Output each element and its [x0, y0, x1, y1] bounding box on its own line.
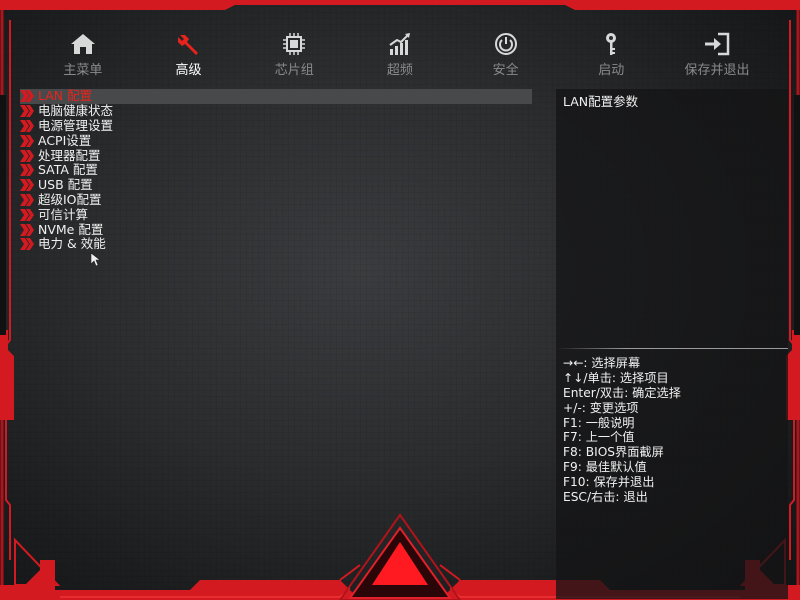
key-hint: F1: 一般说明 [563, 415, 635, 430]
double-chevron-right-icon [20, 149, 34, 162]
menu-item-label: NVMe 配置 [38, 221, 104, 237]
menu-item-label: 电脑健康状态 [38, 103, 114, 119]
tab-label: 安全 [492, 63, 519, 78]
menu-item-label: 可信计算 [38, 206, 89, 222]
key-hint: F9: 最佳默认值 [563, 460, 647, 475]
menu-item-sata[interactable]: SATA 配置 [20, 163, 532, 178]
wrench-icon [174, 30, 204, 58]
tab-main[interactable]: 主菜单 [30, 30, 136, 80]
key-hint: F10: 保存并退出 [563, 475, 655, 490]
key-hint: ESC/右击: 退出 [563, 490, 648, 505]
menu-item-label: USB 配置 [38, 177, 93, 193]
double-chevron-right-icon [20, 208, 34, 221]
help-description: LAN配置参数 [563, 94, 639, 109]
double-chevron-right-icon [20, 90, 34, 103]
menu-item-usb[interactable]: USB 配置 [20, 178, 532, 193]
double-chevron-right-icon [20, 238, 34, 251]
help-divider [556, 348, 788, 349]
menu-item-nvme[interactable]: NVMe 配置 [20, 222, 532, 237]
top-navigation: 主菜单 高级 芯片组 超频 安全 启动 保存并退出 [30, 30, 770, 80]
key-hint: F7: 上一个值 [563, 430, 635, 445]
home-icon [68, 30, 98, 58]
menu-item-label: 电源管理设置 [38, 117, 114, 133]
double-chevron-right-icon [20, 105, 34, 118]
tab-label: 高级 [175, 63, 202, 78]
menu-item-processor[interactable]: 处理器配置 [20, 148, 532, 163]
key-hint: ↑↓/单击: 选择项目 [563, 370, 669, 385]
menu-item-power-management[interactable]: 电源管理设置 [20, 117, 532, 134]
performance-chart-icon [385, 30, 415, 58]
tab-chipset[interactable]: 芯片组 [241, 30, 347, 80]
double-chevron-right-icon [20, 223, 34, 236]
menu-item-power-performance[interactable]: 电力 & 效能 [20, 237, 532, 252]
chip-icon [279, 30, 309, 58]
tab-label: 保存并退出 [684, 63, 750, 78]
menu-item-label: 超级IO配置 [38, 191, 102, 207]
tab-security[interactable]: 安全 [453, 30, 559, 80]
key-legend: →←: 选择屏幕 ↑↓/单击: 选择项目 Enter/双击: 确定选择 +/-:… [563, 356, 681, 505]
tab-save-exit[interactable]: 保存并退出 [664, 30, 770, 80]
double-chevron-right-icon [20, 164, 34, 177]
key-icon [596, 30, 626, 58]
power-shield-icon [491, 30, 521, 58]
bios-screen: 主菜单 高级 芯片组 超频 安全 启动 保存并退出 LAN 配置 电脑健康状态 … [0, 0, 800, 600]
tab-label: 启动 [598, 63, 625, 78]
double-chevron-right-icon [20, 193, 34, 206]
help-panel: LAN配置参数 →←: 选择屏幕 ↑↓/单击: 选择项目 Enter/双击: 确… [556, 89, 788, 599]
tab-boot[interactable]: 启动 [558, 30, 664, 80]
exit-icon [702, 30, 732, 58]
menu-item-label: 处理器配置 [38, 147, 101, 163]
tab-advanced[interactable]: 高级 [136, 30, 242, 80]
advanced-menu-list: LAN 配置 电脑健康状态 电源管理设置 ACPI设置 处理器配置 SATA 配… [20, 89, 532, 252]
key-hint: →←: 选择屏幕 [563, 356, 641, 370]
menu-item-label: SATA 配置 [38, 162, 98, 178]
menu-item-trusted-computing[interactable]: 可信计算 [20, 207, 532, 222]
mouse-pointer-icon [91, 253, 101, 267]
menu-item-super-io[interactable]: 超级IO配置 [20, 191, 532, 208]
tab-label: 主菜单 [63, 63, 103, 78]
double-chevron-right-icon [20, 179, 34, 192]
tab-overclock[interactable]: 超频 [347, 30, 453, 80]
double-chevron-right-icon [20, 134, 34, 147]
menu-item-lan-config[interactable]: LAN 配置 [20, 89, 532, 104]
key-hint: +/-: 变更选项 [563, 400, 639, 415]
menu-item-acpi[interactable]: ACPI设置 [20, 133, 532, 148]
tab-label: 超频 [386, 63, 413, 78]
key-hint: F8: BIOS界面截屏 [563, 445, 664, 460]
menu-item-pc-health[interactable]: 电脑健康状态 [20, 104, 532, 119]
menu-item-label: ACPI设置 [38, 132, 92, 148]
menu-item-label: LAN 配置 [38, 88, 93, 104]
menu-item-label: 电力 & 效能 [38, 236, 106, 252]
key-hint: Enter/双击: 确定选择 [563, 385, 681, 400]
tab-label: 芯片组 [274, 63, 314, 78]
double-chevron-right-icon [20, 119, 34, 132]
